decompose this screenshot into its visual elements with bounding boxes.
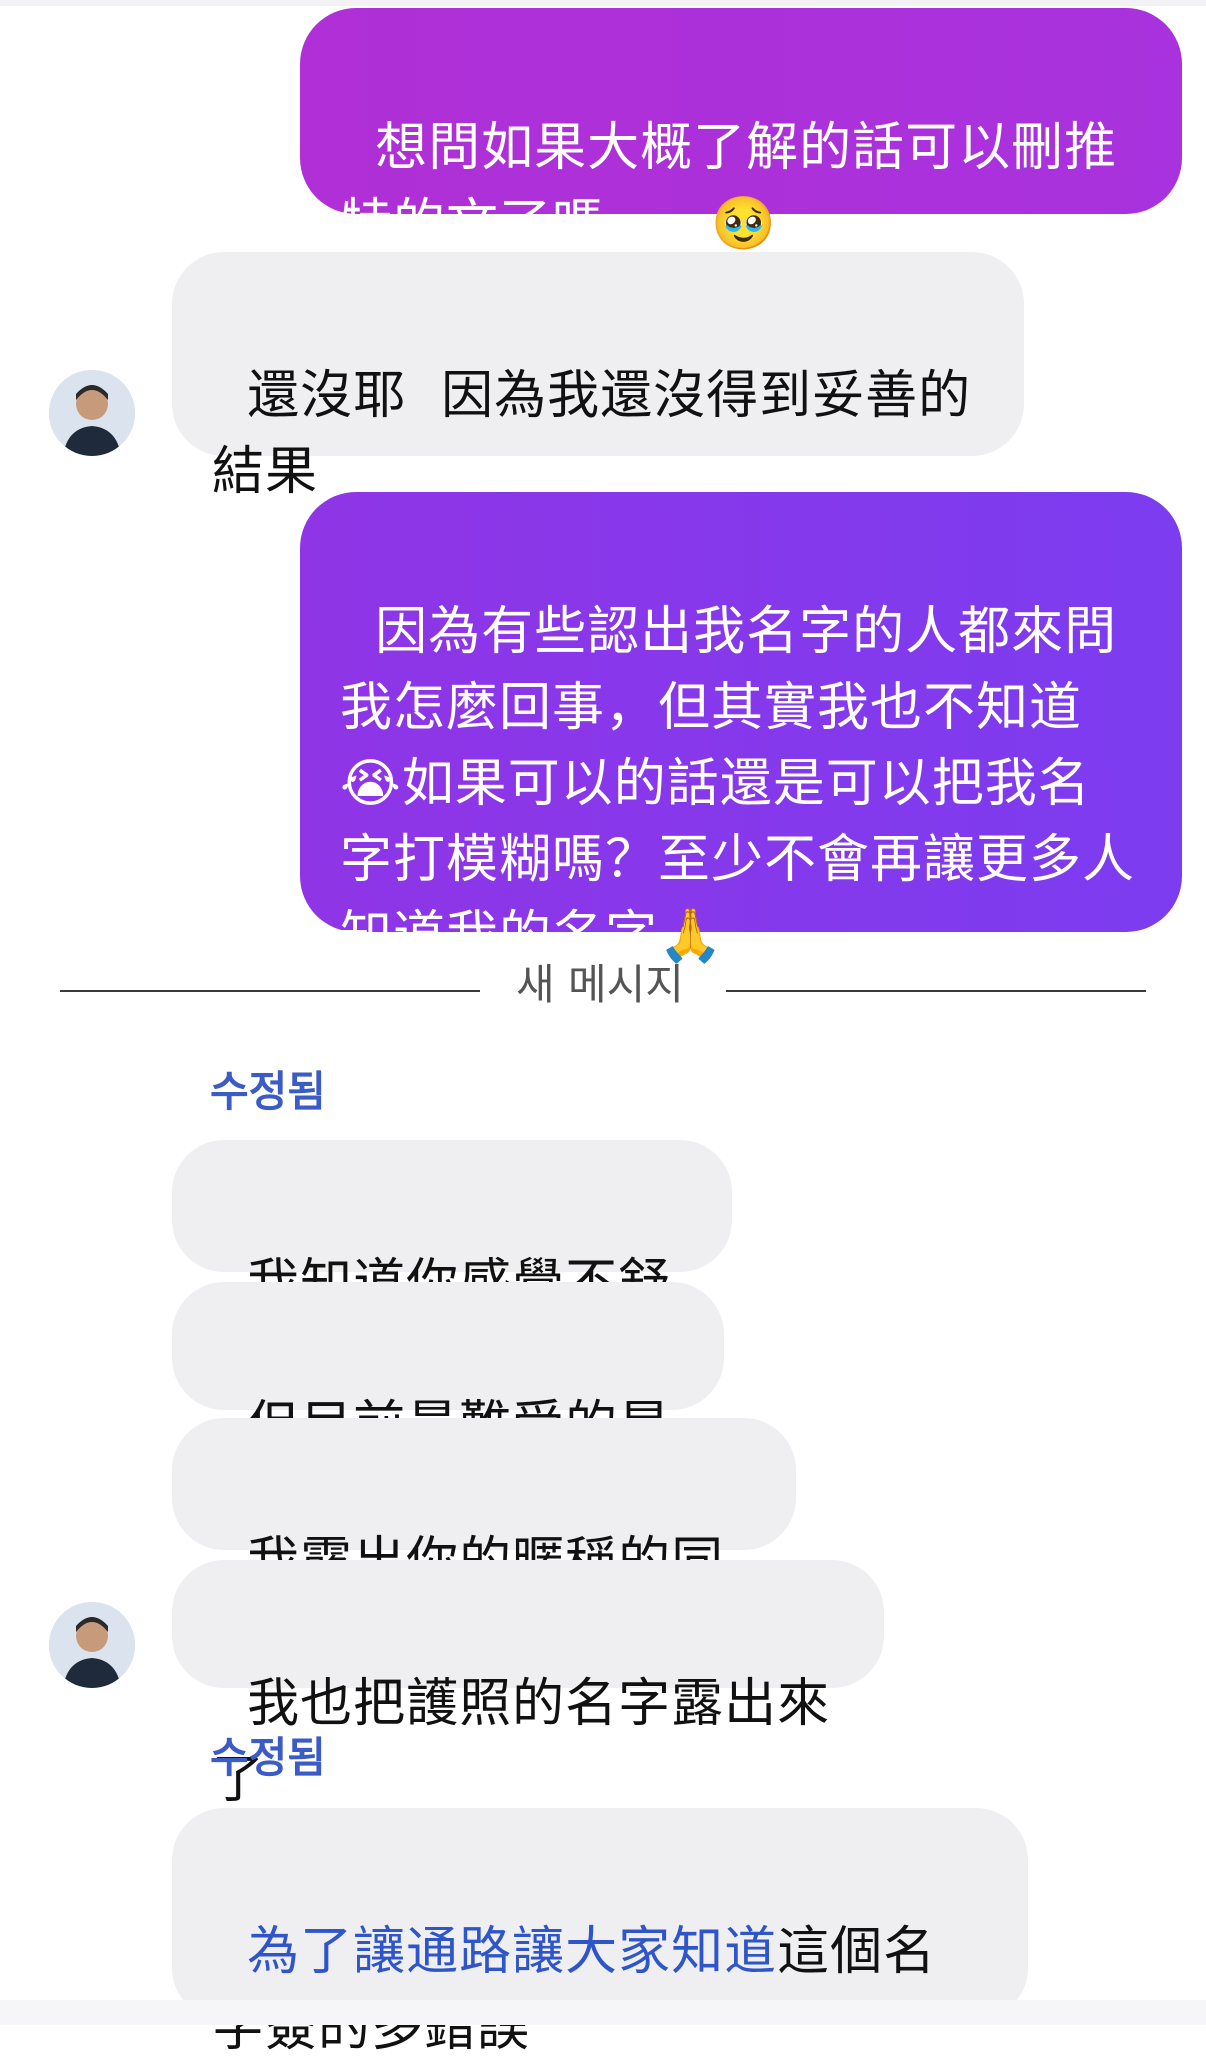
edited-label: 수정됨 — [210, 1733, 326, 1782]
edited-label: 수정됨 — [210, 1067, 326, 1116]
bottom-strip — [0, 2000, 1206, 2025]
contact-avatar-icon[interactable] — [49, 370, 135, 456]
message-text: 因為有些認出我名字的人都來問我怎麼回事，但其實我也不知道😭如果可以的話還是可以把… — [340, 602, 1136, 966]
incoming-message-bubble[interactable]: 我知道你感覺不舒服 — [172, 1140, 732, 1390]
new-messages-label: 새 메시지 — [516, 960, 684, 1009]
outgoing-message-bubble[interactable]: 想問如果大概了解的話可以刪推特的文了嗎～～🥹 — [300, 8, 1182, 254]
contact-avatar-icon[interactable] — [49, 1602, 135, 1688]
message-text: 想問如果大概了解的話可以刪推特的文了嗎～～🥹 — [340, 118, 1118, 254]
incoming-message-bubble[interactable]: 但目前最難受的是我 — [172, 1282, 724, 1532]
top-edge — [0, 0, 1206, 6]
incoming-message-bubble[interactable]: 我也把護照的名字露出來了 — [172, 1560, 884, 1810]
person-icon — [49, 370, 135, 456]
incoming-message-bubble[interactable]: 還沒耶 因為我還沒得到妥善的結果 — [172, 252, 1024, 502]
incoming-message-bubble[interactable]: 我露出你的暱稱的同時 — [172, 1418, 796, 1668]
incoming-message-bubble[interactable]: 為了讓通路讓大家知道這個名字簽的多錯誤 — [172, 1808, 1028, 2058]
outgoing-message-bubble[interactable]: 因為有些認出我名字的人都來問我怎麼回事，但其實我也不知道😭如果可以的話還是可以把… — [300, 492, 1182, 966]
message-link-text[interactable]: 為了讓通路讓大家知道 — [247, 1922, 777, 1982]
message-text: 還沒耶 因為我還沒得到妥善的結果 — [212, 366, 972, 502]
person-icon — [49, 1602, 135, 1688]
